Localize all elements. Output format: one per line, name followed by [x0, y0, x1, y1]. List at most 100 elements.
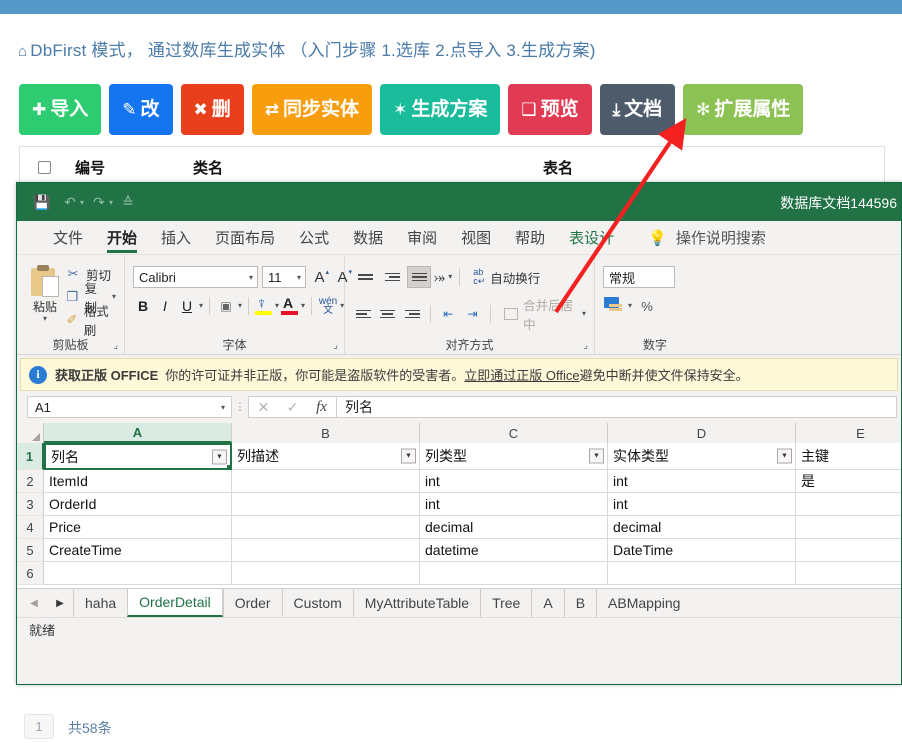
tab-view[interactable]: 视图	[449, 221, 503, 255]
cell-c2[interactable]: int	[420, 470, 608, 493]
sheet-tab-b[interactable]: B	[563, 589, 596, 617]
sheet-tab-orderdetail[interactable]: OrderDetail	[127, 589, 223, 617]
customize-qat-icon[interactable]: ≙	[115, 191, 141, 213]
filter-arrow-a-icon[interactable]: ▼	[212, 449, 227, 464]
fill-color-icon[interactable]: ⍒	[255, 296, 273, 316]
cell-e1[interactable]: 主键	[796, 443, 901, 470]
name-box[interactable]: A1 ▾	[27, 396, 232, 418]
tab-home[interactable]: 开始	[95, 221, 149, 255]
undo-dropdown-icon[interactable]: ▾	[80, 198, 84, 207]
sheet-tab-a[interactable]: A	[531, 589, 563, 617]
align-right-icon[interactable]	[402, 303, 423, 325]
pagination-page-1[interactable]: 1	[24, 714, 54, 739]
cell-d2[interactable]: int	[608, 470, 796, 493]
wrap-text-button[interactable]: ab c↵ 自动换行	[473, 268, 540, 287]
cell-b3[interactable]	[232, 493, 420, 516]
next-sheet-arrow-icon[interactable]: ▶	[47, 589, 73, 617]
italic-button[interactable]: I	[155, 295, 175, 317]
sheet-tab-abmapping[interactable]: ABMapping	[596, 589, 691, 617]
sheet-tab-tree[interactable]: Tree	[480, 589, 531, 617]
banner-link[interactable]: 立即通过正版 Office	[464, 365, 579, 384]
cell-b6[interactable]	[232, 562, 420, 585]
column-header-a[interactable]: A	[44, 423, 232, 443]
number-format-select[interactable]: 常规	[603, 266, 675, 288]
preview-button[interactable]: ❑ 预览	[508, 84, 592, 135]
font-dialog-launcher-icon[interactable]: ⌟	[333, 340, 338, 351]
cell-e3[interactable]	[796, 493, 901, 516]
extended-properties-button[interactable]: ✻ 扩展属性	[683, 84, 804, 135]
cell-c3[interactable]: int	[420, 493, 608, 516]
cell-a5[interactable]: CreateTime	[44, 539, 232, 562]
paste-dropdown-icon[interactable]: ▾	[43, 315, 47, 323]
sheet-tab-myattributetable[interactable]: MyAttributeTable	[352, 589, 480, 617]
cell-a4[interactable]: Price	[44, 516, 232, 539]
tab-data[interactable]: 数据	[341, 221, 395, 255]
delete-button[interactable]: ✖ 删	[180, 84, 244, 135]
generate-solution-button[interactable]: ✶ 生成方案	[380, 84, 501, 135]
font-size-input[interactable]: 11 ▾	[262, 266, 306, 288]
clipboard-dialog-launcher-icon[interactable]: ⌟	[113, 340, 118, 351]
font-name-input[interactable]: Calibri ▾	[133, 266, 258, 288]
expand-handle[interactable]: ⋮	[232, 402, 248, 413]
alignment-dialog-launcher-icon[interactable]: ⌟	[583, 340, 588, 351]
phonetic-guide-icon[interactable]: wén 文	[318, 297, 338, 316]
cell-b4[interactable]	[232, 516, 420, 539]
document-button[interactable]: ⤓ 文档	[599, 84, 676, 135]
tell-me-search[interactable]: 💡 操作说明搜索	[648, 227, 766, 248]
cancel-icon[interactable]: ✕	[249, 397, 278, 417]
align-bottom-icon[interactable]	[407, 266, 431, 288]
align-center-icon[interactable]	[377, 303, 398, 325]
phonetic-dropdown-icon[interactable]: ▾	[340, 302, 344, 310]
column-header-c[interactable]: C	[420, 423, 608, 443]
cell-d1[interactable]: 实体类型 ▼	[608, 443, 796, 470]
edit-button[interactable]: ✎ 改	[109, 84, 173, 135]
cell-a6[interactable]	[44, 562, 232, 585]
orientation-dropdown-icon[interactable]: ▾	[448, 273, 452, 281]
cell-c6[interactable]	[420, 562, 608, 585]
cell-c1[interactable]: 列类型 ▼	[420, 443, 608, 470]
sheet-tab-order[interactable]: Order	[222, 589, 282, 617]
cell-d3[interactable]: int	[608, 493, 796, 516]
redo-dropdown-icon[interactable]: ▾	[109, 198, 113, 207]
cell-b2[interactable]	[232, 470, 420, 493]
row-header-5[interactable]: 5	[17, 539, 44, 562]
tab-page-layout[interactable]: 页面布局	[203, 221, 287, 255]
tab-review[interactable]: 审阅	[395, 221, 449, 255]
increase-indent-icon[interactable]: ⇥	[462, 303, 483, 325]
row-header-4[interactable]: 4	[17, 516, 44, 539]
underline-dropdown-icon[interactable]: ▾	[199, 302, 203, 310]
font-color-dropdown-icon[interactable]: ▾	[301, 302, 305, 310]
align-left-icon[interactable]	[353, 303, 374, 325]
column-header-e[interactable]: E	[796, 423, 901, 443]
cell-b1[interactable]: 列描述 ▼	[232, 443, 420, 470]
align-top-icon[interactable]	[353, 266, 377, 288]
row-header-6[interactable]: 6	[17, 562, 44, 585]
orientation-icon[interactable]: ⤖	[434, 269, 445, 286]
cell-d5[interactable]: DateTime	[608, 539, 796, 562]
filter-arrow-b-icon[interactable]: ▼	[401, 448, 416, 464]
tab-help[interactable]: 帮助	[503, 221, 557, 255]
sheet-tab-haha[interactable]: haha	[73, 589, 127, 617]
font-size-dropdown-icon[interactable]: ▾	[297, 273, 301, 282]
paste-button[interactable]: 粘贴 ▾	[25, 263, 65, 323]
underline-button[interactable]: U	[177, 295, 197, 317]
cell-a2[interactable]: ItemId	[44, 470, 232, 493]
increase-font-size-button[interactable]: A ▴	[310, 269, 329, 286]
borders-dropdown-icon[interactable]: ▾	[238, 302, 242, 310]
select-all-checkbox[interactable]	[38, 160, 51, 174]
sync-entity-button[interactable]: ⇄ 同步实体	[251, 84, 373, 135]
row-header-2[interactable]: 2	[17, 470, 44, 493]
fill-color-dropdown-icon[interactable]: ▾	[275, 302, 279, 310]
cell-c5[interactable]: datetime	[420, 539, 608, 562]
row-header-3[interactable]: 3	[17, 493, 44, 516]
previous-sheet-arrow-icon[interactable]: ◀	[21, 589, 47, 617]
accounting-dropdown-icon[interactable]: ▾	[628, 302, 632, 310]
cell-c4[interactable]: decimal	[420, 516, 608, 539]
cell-e5[interactable]	[796, 539, 901, 562]
cell-d6[interactable]	[608, 562, 796, 585]
sheet-tab-custom[interactable]: Custom	[281, 589, 353, 617]
name-box-dropdown-icon[interactable]: ▾	[221, 403, 225, 412]
decrease-indent-icon[interactable]: ⇤	[438, 303, 459, 325]
cell-e6[interactable]	[796, 562, 901, 585]
select-all-corner[interactable]	[17, 423, 44, 443]
